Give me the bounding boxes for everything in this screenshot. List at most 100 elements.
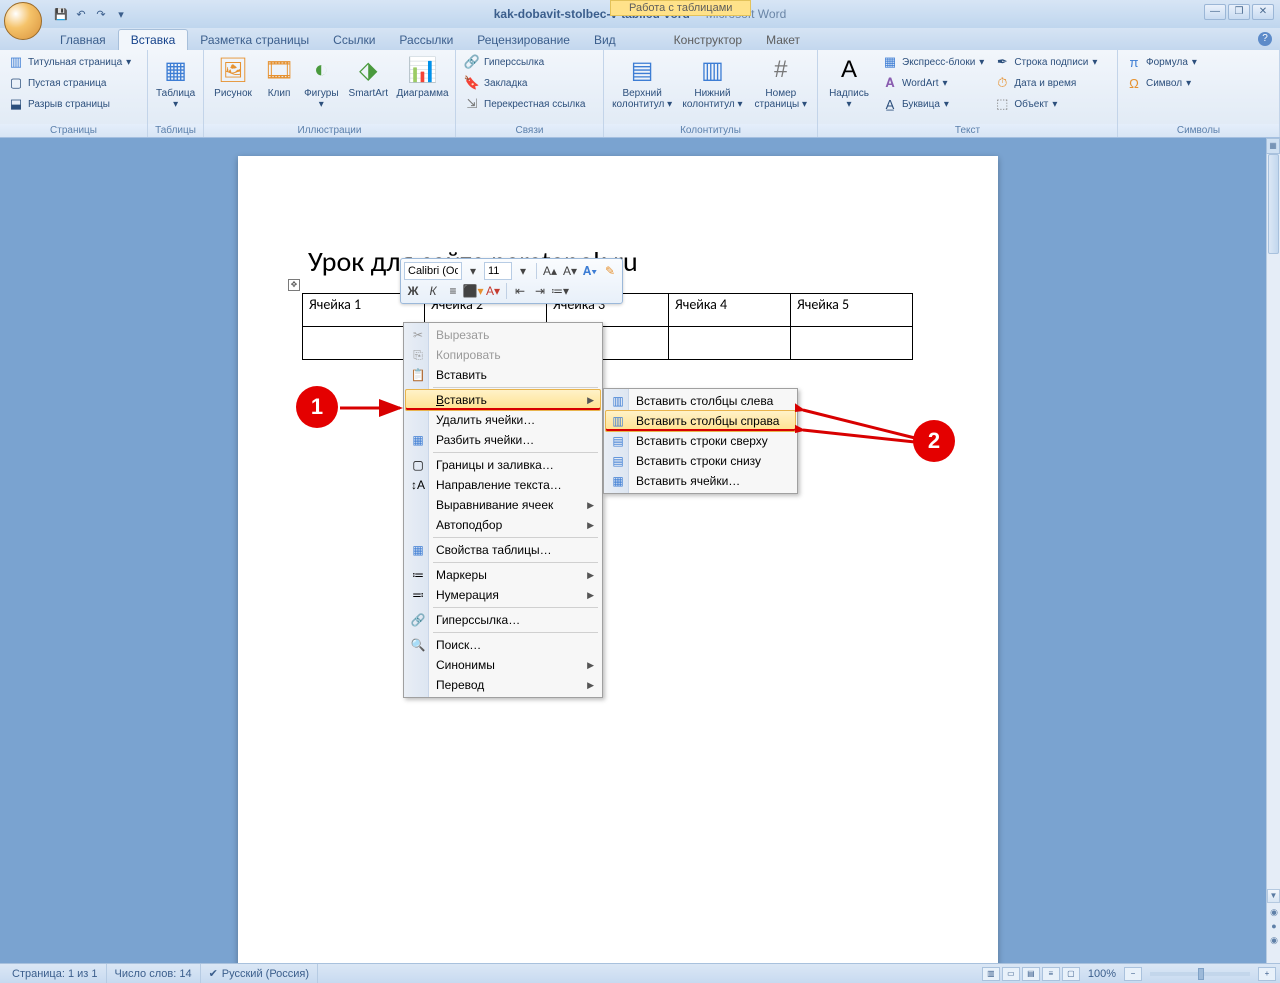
redo-icon[interactable]: ↷: [92, 5, 110, 23]
scroll-down-icon[interactable]: ▼: [1267, 889, 1280, 903]
tab-review[interactable]: Рецензирование: [465, 30, 582, 50]
qat-customize-icon[interactable]: ▾: [112, 5, 130, 23]
next-page-icon[interactable]: ◉: [1267, 933, 1280, 947]
table-button[interactable]: ▦Таблица▾: [152, 52, 199, 112]
ctx-synonyms[interactable]: Синонимы▶: [406, 655, 600, 675]
save-icon[interactable]: 💾: [52, 5, 70, 23]
sub-rows-below[interactable]: ▤Вставить строки снизу: [606, 451, 795, 471]
font-dropdown-icon[interactable]: ▾: [464, 262, 482, 280]
ctx-lookup[interactable]: 🔍Поиск…: [406, 635, 600, 655]
font-name-input[interactable]: [404, 262, 462, 280]
undo-icon[interactable]: ↶: [72, 5, 90, 23]
zoom-slider[interactable]: [1150, 972, 1250, 976]
ctx-insert[interactable]: Вставить▶: [405, 389, 601, 411]
tab-mailings[interactable]: Рассылки: [387, 30, 465, 50]
zoom-level[interactable]: 100%: [1088, 968, 1116, 980]
ctx-copy[interactable]: ⎘Копировать: [406, 345, 600, 365]
ctx-table-props[interactable]: ▦Свойства таблицы…: [406, 540, 600, 560]
bullets-icon[interactable]: ≔▾: [551, 282, 569, 300]
zoom-in-icon[interactable]: +: [1258, 967, 1276, 981]
italic-icon[interactable]: К: [424, 282, 442, 300]
decrease-indent-icon[interactable]: ⇤: [511, 282, 529, 300]
scroll-thumb[interactable]: [1268, 154, 1279, 254]
ctx-numbering[interactable]: ≕Нумерация▶: [406, 585, 600, 605]
minimize-button[interactable]: —: [1204, 4, 1226, 20]
ctx-split-cells[interactable]: ▦Разбить ячейки…: [406, 430, 600, 450]
increase-indent-icon[interactable]: ⇥: [531, 282, 549, 300]
pagenum-button[interactable]: #Номер страницы ▾: [749, 52, 813, 112]
browse-object-icon[interactable]: ●: [1267, 919, 1280, 933]
table-cell[interactable]: Ячейка 4: [669, 294, 791, 327]
close-button[interactable]: ✕: [1252, 4, 1274, 20]
view-print-layout-icon[interactable]: ▥: [982, 967, 1000, 981]
vertical-scrollbar[interactable]: ▲ ▼ ◉ ● ◉: [1266, 138, 1280, 963]
textbox-button[interactable]: AНадпись▾: [822, 52, 876, 112]
table-move-handle[interactable]: ✥: [288, 279, 300, 291]
sub-cells[interactable]: ▦Вставить ячейки…: [606, 471, 795, 491]
maximize-button[interactable]: ❐: [1228, 4, 1250, 20]
sub-cols-left[interactable]: ▥Вставить столбцы слева: [606, 391, 795, 411]
object-button[interactable]: ⬚Объект ▾: [990, 94, 1101, 114]
datetime-button[interactable]: ⏱Дата и время: [990, 73, 1101, 93]
sub-cols-right[interactable]: ▥Вставить столбцы справа: [605, 410, 796, 432]
prev-page-icon[interactable]: ◉: [1267, 905, 1280, 919]
status-lang[interactable]: ✔Русский (Россия): [201, 964, 319, 983]
ctx-autofit[interactable]: Автоподбор▶: [406, 515, 600, 535]
clipart-button[interactable]: 🎞Клип: [260, 52, 298, 101]
table-cell[interactable]: Ячейка 5: [791, 294, 913, 327]
ctx-paste[interactable]: 📋Вставить: [406, 365, 600, 385]
ruler-toggle[interactable]: ▦: [1266, 138, 1280, 154]
bookmark-button[interactable]: 🔖Закладка: [460, 73, 589, 93]
align-center-icon[interactable]: ≡: [444, 282, 462, 300]
tab-view[interactable]: Вид: [582, 30, 628, 50]
hyperlink-button[interactable]: 🔗Гиперссылка: [460, 52, 589, 72]
grow-font-icon[interactable]: A▴: [541, 262, 559, 280]
font-size-input[interactable]: [484, 262, 512, 280]
sigline-button[interactable]: ✒Строка подписи ▾: [990, 52, 1101, 72]
ctx-delete-cells[interactable]: Удалить ячейки…: [406, 410, 600, 430]
crossref-button[interactable]: ⇲Перекрестная ссылка: [460, 94, 589, 114]
zoom-out-icon[interactable]: −: [1124, 967, 1142, 981]
ctx-cut[interactable]: ✂Вырезать: [406, 325, 600, 345]
wordart-button[interactable]: 𝐀WordArt ▾: [878, 73, 988, 93]
styles-icon[interactable]: 𝐀▾: [581, 262, 599, 280]
ctx-bullets[interactable]: ≔Маркеры▶: [406, 565, 600, 585]
view-fullscreen-icon[interactable]: ▭: [1002, 967, 1020, 981]
view-draft-icon[interactable]: ▢: [1062, 967, 1080, 981]
blank-page-button[interactable]: ▢Пустая страница: [4, 73, 135, 93]
footer-button[interactable]: ▥Нижний колонтитул ▾: [678, 52, 746, 112]
picture-button[interactable]: 🖼Рисунок: [208, 52, 258, 101]
chart-button[interactable]: 📊Диаграмма: [394, 52, 451, 101]
equation-button[interactable]: πФормула ▾: [1122, 52, 1201, 72]
cover-page-button[interactable]: ▥Титульная страница ▾: [4, 52, 135, 72]
page-break-button[interactable]: ⬓Разрыв страницы: [4, 94, 135, 114]
size-dropdown-icon[interactable]: ▾: [514, 262, 532, 280]
dropcap-button[interactable]: A̲Буквица ▾: [878, 94, 988, 114]
help-icon[interactable]: ?: [1258, 32, 1272, 46]
tab-insert[interactable]: Вставка: [118, 29, 189, 50]
ctx-textdir[interactable]: ↕AНаправление текста…: [406, 475, 600, 495]
ctx-hyperlink[interactable]: 🔗Гиперссылка…: [406, 610, 600, 630]
tab-home[interactable]: Главная: [48, 30, 118, 50]
font-color-icon[interactable]: A▾: [484, 282, 502, 300]
highlight-icon[interactable]: ⬛▾: [464, 282, 482, 300]
office-button[interactable]: [4, 2, 42, 40]
view-web-icon[interactable]: ▤: [1022, 967, 1040, 981]
view-outline-icon[interactable]: ≡: [1042, 967, 1060, 981]
status-page[interactable]: Страница: 1 из 1: [4, 964, 107, 983]
tab-layout[interactable]: Макет: [754, 30, 812, 50]
quickparts-button[interactable]: ▦Экспресс-блоки ▾: [878, 52, 988, 72]
tab-page-layout[interactable]: Разметка страницы: [188, 30, 321, 50]
sub-rows-above[interactable]: ▤Вставить строки сверху: [606, 431, 795, 451]
tab-design[interactable]: Конструктор: [662, 30, 754, 50]
shrink-font-icon[interactable]: A▾: [561, 262, 579, 280]
format-painter-icon[interactable]: ✎: [601, 262, 619, 280]
header-button[interactable]: ▤Верхний колонтитул ▾: [608, 52, 676, 112]
shapes-button[interactable]: ◐Фигуры▾: [300, 52, 342, 112]
ctx-translate[interactable]: Перевод▶: [406, 675, 600, 695]
symbol-button[interactable]: ΩСимвол ▾: [1122, 73, 1201, 93]
ctx-borders[interactable]: ▢Границы и заливка…: [406, 455, 600, 475]
smartart-button[interactable]: ⬗SmartArt: [345, 52, 392, 101]
tab-references[interactable]: Ссылки: [321, 30, 387, 50]
ctx-cell-align[interactable]: Выравнивание ячеек▶: [406, 495, 600, 515]
